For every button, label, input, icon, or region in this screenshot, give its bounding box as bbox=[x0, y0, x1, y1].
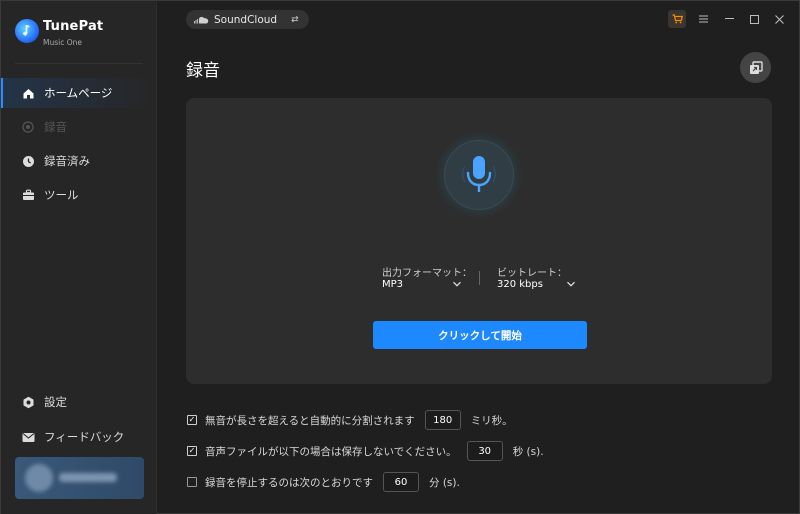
option-unit: ミリ秒。 bbox=[470, 414, 513, 427]
menu-icon bbox=[698, 15, 708, 23]
mini-mode-button[interactable] bbox=[740, 52, 771, 83]
cart-icon bbox=[672, 14, 683, 24]
menu-button[interactable] bbox=[694, 10, 712, 28]
record-panel: 出力フォーマット： MP3 ビットレート： 320 kbps クリックして開始 bbox=[186, 98, 772, 384]
minimize-icon bbox=[724, 18, 734, 19]
avatar bbox=[25, 464, 53, 492]
min-seconds-input[interactable]: 30 bbox=[466, 441, 503, 461]
service-switcher[interactable]: SoundCloud ⇄ bbox=[186, 10, 309, 29]
swap-icon: ⇄ bbox=[291, 14, 299, 25]
option-text: 無音が長さを超えると自動的に分割されます bbox=[205, 414, 415, 427]
user-name-blurred bbox=[59, 473, 117, 482]
skip-short-checkbox[interactable]: ✓ bbox=[187, 446, 197, 456]
chevron-down-icon[interactable] bbox=[566, 279, 576, 289]
mail-icon bbox=[21, 430, 35, 444]
sidebar-item-label: フィードバック bbox=[44, 430, 125, 444]
sidebar-item-label: ツール bbox=[44, 188, 79, 202]
window-switch-icon bbox=[749, 60, 763, 74]
stop-minutes-input[interactable]: 60 bbox=[383, 472, 419, 492]
service-name: SoundCloud bbox=[214, 13, 278, 26]
option-stop-after: 録音を停止するのは次のとおりです 60 分 (s). bbox=[187, 472, 460, 492]
home-icon bbox=[21, 86, 35, 100]
sidebar-item-label: 録音済み bbox=[44, 154, 90, 168]
gear-icon bbox=[21, 395, 35, 409]
user-account-card[interactable] bbox=[15, 457, 144, 499]
option-text: 録音を停止するのは次のとおりです bbox=[205, 476, 373, 489]
record-mic-button[interactable] bbox=[444, 140, 514, 210]
soundcloud-icon bbox=[194, 16, 209, 24]
stop-after-checkbox[interactable] bbox=[187, 477, 197, 487]
maximize-icon bbox=[749, 14, 759, 24]
app-window: TunePat Music One ホームページ 録音 録音済み ツール 設定 … bbox=[0, 0, 800, 514]
option-unit: 分 (s). bbox=[429, 476, 460, 489]
tunepat-logo-icon bbox=[15, 19, 39, 43]
record-icon bbox=[21, 120, 35, 134]
sidebar-item-recorded[interactable]: 録音済み bbox=[1, 146, 156, 176]
app-subtitle: Music One bbox=[43, 38, 82, 47]
toolbox-icon bbox=[21, 188, 35, 202]
minimize-button[interactable] bbox=[720, 10, 738, 28]
sidebar-item-home[interactable]: ホームページ bbox=[1, 78, 156, 108]
divider bbox=[479, 271, 480, 285]
sidebar-item-settings[interactable]: 設定 bbox=[1, 387, 156, 417]
start-recording-button[interactable]: クリックして開始 bbox=[373, 321, 587, 349]
sidebar-item-tools[interactable]: ツール bbox=[1, 180, 156, 210]
sidebar-item-label: 録音 bbox=[44, 120, 67, 134]
bitrate-select[interactable]: 320 kbps bbox=[497, 279, 543, 290]
microphone-icon bbox=[462, 156, 496, 192]
sidebar-item-label: ホームページ bbox=[44, 86, 113, 100]
split-ms-input[interactable]: 180 bbox=[424, 410, 461, 430]
maximize-button[interactable] bbox=[745, 10, 763, 28]
app-name: TunePat bbox=[43, 19, 104, 34]
page-title: 録音 bbox=[186, 61, 220, 81]
sidebar-item-feedback[interactable]: フィードバック bbox=[1, 422, 156, 452]
option-unit: 秒 (s). bbox=[512, 445, 544, 458]
sidebar-item-label: 設定 bbox=[44, 395, 67, 409]
option-skip-short: ✓ 音声ファイルが以下の場合は保存しないでください。 30 秒 (s). bbox=[187, 441, 544, 461]
option-auto-split: ✓ 無音が長さを超えると自動的に分割されます 180 ミリ秒。 bbox=[187, 410, 513, 430]
close-button[interactable] bbox=[770, 10, 788, 28]
sidebar-item-record[interactable]: 録音 bbox=[1, 112, 156, 142]
chevron-down-icon[interactable] bbox=[452, 279, 462, 289]
clock-icon bbox=[21, 154, 35, 168]
close-icon bbox=[774, 14, 784, 24]
cart-button[interactable] bbox=[668, 10, 686, 28]
sidebar: TunePat Music One ホームページ 録音 録音済み ツール 設定 … bbox=[1, 1, 157, 514]
divider bbox=[15, 63, 143, 64]
mic-glow bbox=[436, 132, 522, 218]
bitrate-label: ビットレート： bbox=[497, 268, 567, 279]
auto-split-checkbox[interactable]: ✓ bbox=[187, 415, 197, 425]
format-select[interactable]: MP3 bbox=[382, 279, 403, 290]
option-text: 音声ファイルが以下の場合は保存しないでください。 bbox=[205, 445, 457, 458]
format-label: 出力フォーマット： bbox=[382, 268, 472, 279]
